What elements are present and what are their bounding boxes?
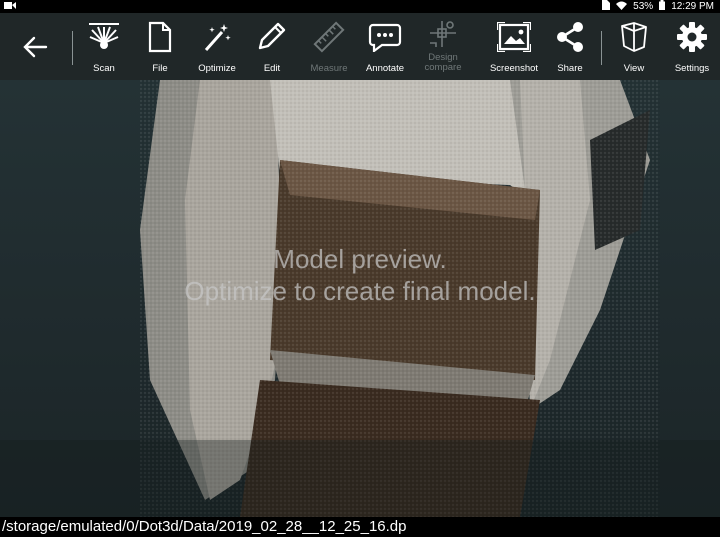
toolbar-divider <box>72 31 73 65</box>
view-button[interactable]: View <box>614 13 654 80</box>
view-label: View <box>623 63 645 74</box>
magic-wand-icon <box>202 17 232 57</box>
edit-button[interactable]: Edit <box>252 13 292 80</box>
annotate-label: Annotate <box>365 63 405 74</box>
file-label: File <box>152 63 168 74</box>
back-button[interactable] <box>16 13 54 80</box>
file-icon <box>148 17 172 57</box>
screenshot-label: Screenshot <box>489 63 539 74</box>
screenshot-button[interactable]: Screenshot <box>486 13 542 80</box>
arrow-left-icon <box>22 27 48 67</box>
battery-icon <box>659 0 666 13</box>
edit-label: Edit <box>263 63 281 74</box>
annotate-button[interactable]: Annotate <box>362 13 408 80</box>
camera-icon <box>4 1 16 13</box>
screenshot-icon <box>497 17 531 57</box>
design-compare-button[interactable]: Design compare <box>419 13 467 80</box>
optimize-button[interactable]: Optimize <box>194 13 240 80</box>
model-viewport[interactable]: Model preview. Optimize to create final … <box>0 80 720 517</box>
ruler-icon <box>313 17 345 57</box>
optimize-label: Optimize <box>198 63 236 74</box>
file-path-bar: /storage/emulated/0/Dot3d/Data/2019_02_2… <box>0 517 720 537</box>
pencil-icon <box>257 17 287 57</box>
scan-icon <box>87 17 121 57</box>
scan-button[interactable]: Scan <box>82 13 126 80</box>
settings-label: Settings <box>674 63 710 74</box>
wifi-icon <box>616 1 628 13</box>
cube-view-icon <box>619 17 649 57</box>
sim-icon <box>602 0 611 13</box>
toolbar-divider <box>601 31 602 65</box>
share-icon <box>554 17 586 57</box>
measure-button[interactable]: Measure <box>306 13 352 80</box>
file-button[interactable]: File <box>140 13 180 80</box>
measure-label: Measure <box>310 63 348 74</box>
preview-overlay: Model preview. Optimize to create final … <box>0 243 720 307</box>
overlay-line-1: Model preview. <box>273 244 447 274</box>
comment-icon <box>368 17 402 57</box>
clock: 12:29 PM <box>671 1 714 12</box>
toolbar: Scan File Optimize Edit Measure Annotate… <box>0 13 720 80</box>
share-button[interactable]: Share <box>550 13 590 80</box>
settings-button[interactable]: Settings <box>670 13 714 80</box>
design-compare-icon <box>426 17 460 51</box>
scan-label: Scan <box>93 63 115 74</box>
design-compare-label: Design compare <box>424 52 462 73</box>
overlay-line-2: Optimize to create final model. <box>184 276 536 306</box>
battery-percent: 53% <box>633 1 654 12</box>
share-label: Share <box>557 63 583 74</box>
gear-icon <box>677 17 707 57</box>
status-bar: 53% 12:29 PM <box>0 0 720 13</box>
